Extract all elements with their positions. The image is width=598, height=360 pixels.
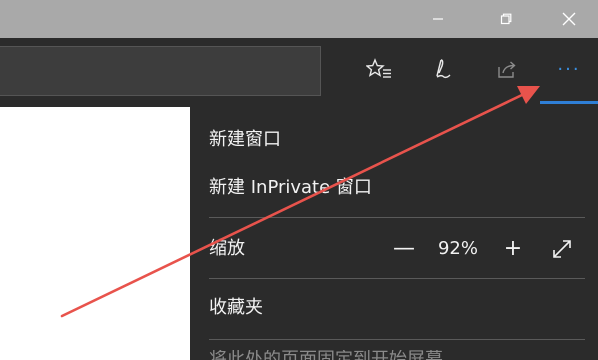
- zoom-out-button[interactable]: —: [392, 235, 416, 263]
- more-menu: 新建窗口 新建 InPrivate 窗口 缩放 — 92% + 收藏夹 将此处的…: [190, 107, 598, 360]
- favorites-star-icon: [366, 58, 391, 78]
- more-button-underline: [540, 101, 598, 104]
- menu-divider: [209, 217, 585, 218]
- share-button[interactable]: [490, 52, 524, 86]
- address-bar[interactable]: [0, 46, 321, 96]
- menu-item-new-window[interactable]: 新建窗口: [209, 126, 281, 154]
- menu-item-favorites[interactable]: 收藏夹: [209, 294, 263, 322]
- zoom-label: 缩放: [209, 238, 245, 259]
- menu-item-new-inprivate[interactable]: 新建 InPrivate 窗口: [209, 174, 372, 202]
- page-content: [0, 107, 190, 360]
- restore-icon: [500, 13, 512, 25]
- full-screen-icon: [553, 240, 571, 258]
- minimize-icon: [433, 18, 443, 20]
- minimize-button[interactable]: [415, 0, 461, 38]
- more-icon: ···: [557, 58, 581, 80]
- menu-divider: [209, 278, 585, 279]
- web-note-button[interactable]: [424, 52, 458, 86]
- title-bar: [0, 0, 598, 38]
- zoom-level: 92%: [437, 238, 478, 259]
- browser-toolbar: ···: [0, 38, 598, 107]
- pen-icon: [436, 59, 451, 79]
- full-screen-button[interactable]: [548, 235, 576, 263]
- favorites-button[interactable]: [362, 52, 396, 86]
- menu-item-pin-to-start[interactable]: 将此处的页面固定到开始屏幕: [209, 350, 443, 360]
- close-button[interactable]: [546, 0, 592, 38]
- share-icon: [498, 61, 516, 78]
- close-icon: [562, 12, 576, 26]
- restore-button[interactable]: [483, 0, 529, 38]
- zoom-in-button[interactable]: +: [501, 235, 525, 263]
- menu-divider: [209, 339, 585, 340]
- more-button[interactable]: ···: [552, 52, 586, 86]
